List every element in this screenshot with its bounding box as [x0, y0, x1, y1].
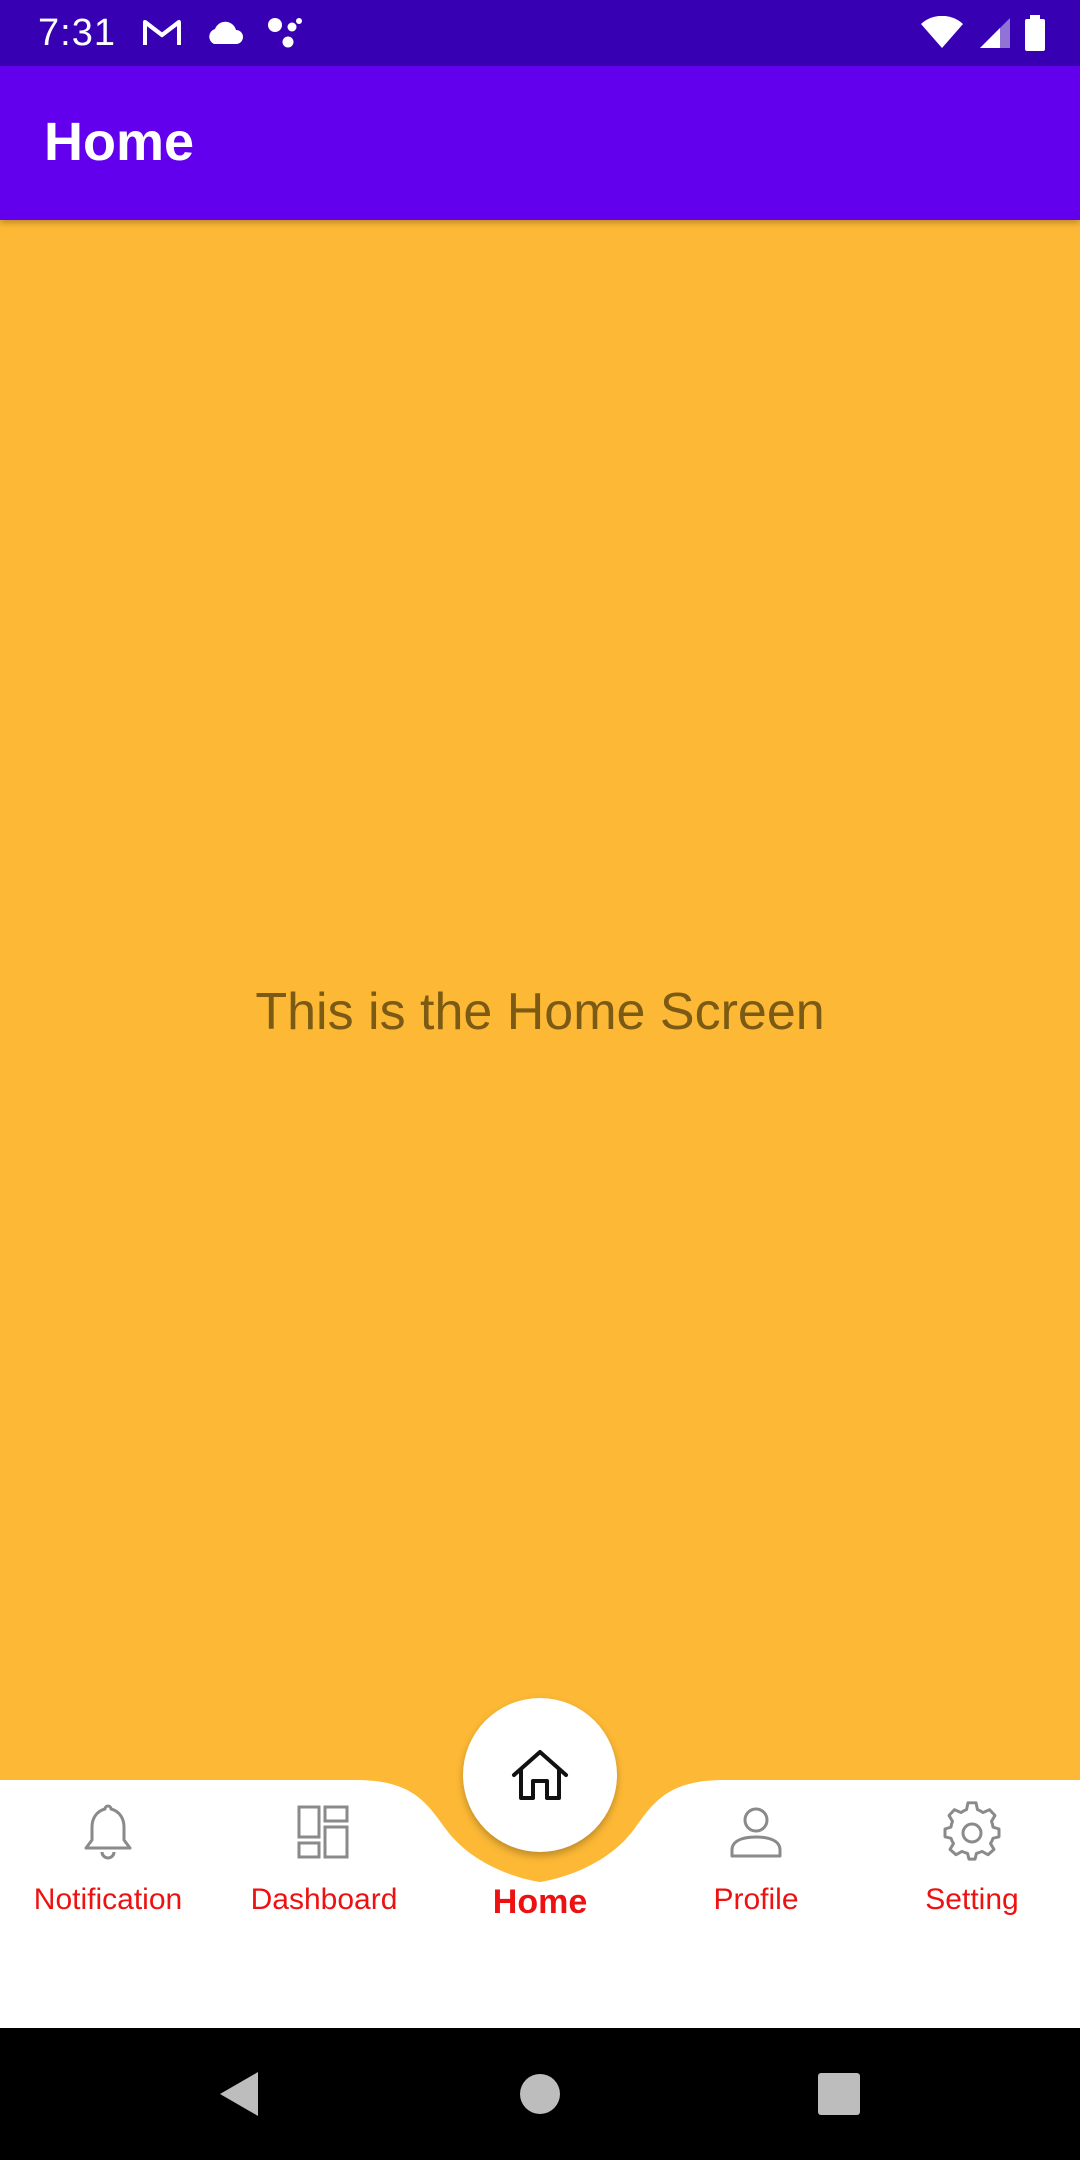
- nav-label-setting: Setting: [925, 1883, 1019, 1916]
- nav-item-setting[interactable]: Setting: [864, 1790, 1080, 1930]
- bell-icon: [84, 1804, 132, 1860]
- nav-item-dashboard[interactable]: Dashboard: [216, 1790, 432, 1930]
- page-title: Home: [44, 112, 195, 172]
- back-icon[interactable]: [212, 2066, 268, 2122]
- app-bar: Home: [0, 66, 1080, 220]
- nav-item-notification[interactable]: Notification: [0, 1790, 216, 1930]
- system-navigation-bar: [0, 2028, 1080, 2160]
- recents-icon[interactable]: [811, 2066, 867, 2122]
- status-time: 7:31: [38, 12, 116, 54]
- nav-label-dashboard: Dashboard: [250, 1883, 398, 1916]
- nav-label-profile: Profile: [713, 1883, 799, 1916]
- gear-icon: [943, 1801, 1001, 1861]
- dashboard-icon: [297, 1805, 349, 1859]
- home-message: This is the Home Screen: [255, 983, 825, 1041]
- home-screen: 7:31 Home This is the Home Screen Notifi…: [0, 0, 1080, 2160]
- person-icon: [730, 1807, 782, 1858]
- nav-label-notification: Notification: [33, 1883, 183, 1916]
- assistant-dots-icon: [268, 18, 302, 48]
- cloud-icon: [209, 21, 243, 44]
- nav-item-home[interactable]: Home: [432, 1790, 648, 1930]
- battery-icon: [1025, 15, 1045, 51]
- cell-signal-icon: [980, 18, 1010, 48]
- home-circle-icon[interactable]: [512, 2066, 568, 2122]
- wifi-icon: [921, 16, 963, 48]
- gmail-icon: [143, 20, 181, 45]
- nav-label-home: Home: [492, 1883, 588, 1921]
- nav-item-profile[interactable]: Profile: [648, 1790, 864, 1930]
- status-bar: 7:31: [0, 0, 1080, 66]
